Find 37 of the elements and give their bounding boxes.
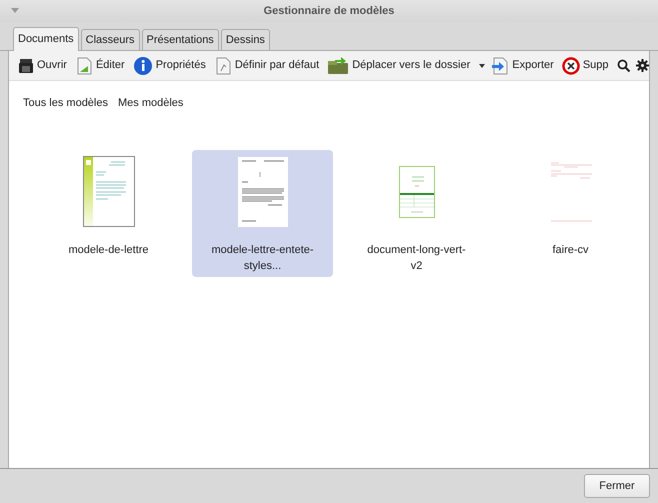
template-name: modele-lettre-entete-styles... <box>210 242 315 274</box>
toolbar-button[interactable]: Éditer <box>74 56 128 74</box>
template-item[interactable]: document-long-vert-v2 <box>346 150 487 276</box>
document-icon <box>214 56 232 74</box>
table-thumbnail <box>398 166 434 218</box>
template-item[interactable]: faire-cv <box>500 150 641 276</box>
letter-thumbnail <box>82 156 134 227</box>
toolbar-button[interactable]: Déplacer vers le dossier <box>327 56 474 74</box>
export-icon <box>491 56 510 74</box>
search-icon[interactable] <box>616 58 631 72</box>
filter-link[interactable]: Tous les modèles <box>23 95 108 112</box>
info-icon <box>132 56 153 76</box>
template-name: modele-de-lettre <box>67 242 150 258</box>
cv-thumbnail <box>550 160 592 222</box>
tab[interactable]: Dessins <box>220 29 270 50</box>
window-title: Gestionnaire de modèles <box>262 4 396 19</box>
folder-icon <box>327 56 350 74</box>
toolbar-button[interactable]: Exporter <box>491 56 557 74</box>
tab[interactable]: Documents <box>13 27 79 51</box>
document-icon <box>74 56 93 74</box>
toolbar-button[interactable]: Supp <box>562 56 612 74</box>
settings-icon[interactable] <box>636 59 649 72</box>
template-item[interactable]: modele-de-lettre <box>38 150 179 276</box>
delete-icon <box>562 56 580 74</box>
toolbar-button[interactable]: Définir par défaut <box>214 56 322 74</box>
template-name: document-long-vert-v2 <box>366 242 467 274</box>
caret-icon[interactable] <box>478 62 486 70</box>
toolbar-button[interactable]: Ouvrir <box>18 57 70 74</box>
tab[interactable]: Présentations <box>142 29 219 50</box>
printer-icon <box>18 58 34 74</box>
template-name: faire-cv <box>551 242 590 258</box>
toolbar-button[interactable]: Propriétés <box>132 56 209 76</box>
close-button[interactable]: Fermer <box>584 474 650 498</box>
letter-thumbnail <box>238 156 288 226</box>
filter-link[interactable]: Mes modèles <box>118 95 184 112</box>
template-item[interactable]: modele-lettre-entete-styles... <box>192 150 333 276</box>
tab[interactable]: Classeurs <box>80 29 140 50</box>
